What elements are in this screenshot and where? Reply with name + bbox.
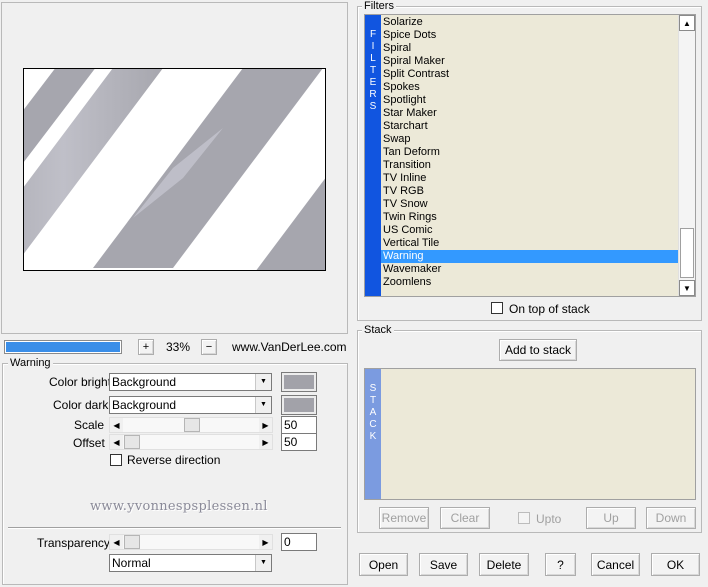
help-button[interactable]: ? [545,553,576,576]
filters-title: Filters [362,0,396,12]
filter-list-item[interactable]: Spotlight [381,94,678,107]
up-button[interactable]: Up [586,507,636,529]
filter-list-item[interactable]: TV Snow [381,198,678,211]
preview-panel [1,2,348,334]
remove-button[interactable]: Remove [379,507,429,529]
watermark-text: www.yvonnespsplessen.nl [90,499,268,514]
effect-title: Warning [8,357,53,369]
color-dark-select[interactable]: Background ▼ [109,396,272,414]
stack-vertical-label: STACK [365,369,381,499]
scale-slider-thumb[interactable] [184,418,200,432]
filter-list-item[interactable]: Warning [381,250,678,263]
transparency-input[interactable]: 0 [281,533,317,551]
left-arrow-icon[interactable]: ◀ [110,418,123,432]
clear-button[interactable]: Clear [440,507,490,529]
filter-list-item[interactable]: Spiral Maker [381,55,678,68]
website-link[interactable]: www.VanDerLee.com [232,340,347,354]
filter-list-item[interactable]: Split Contrast [381,68,678,81]
right-arrow-icon[interactable]: ▶ [259,418,272,432]
preview-image[interactable] [23,68,326,271]
color-dark-value: Background [112,398,177,412]
transparency-label: Transparency [37,536,110,550]
chevron-down-icon: ▼ [255,555,271,571]
filter-list-item[interactable]: Starchart [381,120,678,133]
transparency-slider-thumb[interactable] [124,535,140,549]
color-dark-label: Color dark [53,398,109,412]
cancel-button[interactable]: Cancel [591,553,640,576]
filter-list-item[interactable]: US Comic [381,224,678,237]
filters-vertical-label: FILTERS [365,15,381,296]
filter-list-item[interactable]: Spokes [381,81,678,94]
add-to-stack-button[interactable]: Add to stack [499,339,577,361]
filter-list-item[interactable]: Star Maker [381,107,678,120]
filter-list-item[interactable]: Tan Deform [381,146,678,159]
left-arrow-icon[interactable]: ◀ [110,435,123,449]
left-arrow-icon[interactable]: ◀ [110,535,123,549]
filter-list-item[interactable]: Zoomlens [381,276,678,289]
filters-scrollbar[interactable]: ▲ ▼ [678,15,695,296]
color-bright-label: Color bright [49,375,112,389]
filter-list-item[interactable]: TV Inline [381,172,678,185]
scale-slider[interactable]: ◀ ▶ [109,417,273,433]
blend-mode-value: Normal [112,556,151,570]
filter-list-item[interactable]: Twin Rings [381,211,678,224]
transparency-slider[interactable]: ◀ ▶ [109,534,273,550]
scale-input[interactable]: 50 [281,416,317,434]
divider [8,527,341,529]
upto-label: Upto [536,512,562,526]
scrollbar-thumb[interactable] [680,228,694,278]
delete-button[interactable]: Delete [479,553,529,576]
offset-slider-thumb[interactable] [124,435,140,449]
color-dark-swatch[interactable] [281,395,317,415]
color-bright-select[interactable]: Background ▼ [109,373,272,391]
offset-slider[interactable]: ◀ ▶ [109,434,273,450]
zoom-level: 33% [166,340,191,354]
filter-list-item[interactable]: Swap [381,133,678,146]
right-arrow-icon[interactable]: ▶ [259,535,272,549]
offset-input[interactable]: 50 [281,433,317,451]
offset-label: Offset [73,436,105,450]
scroll-up-icon[interactable]: ▲ [679,15,695,31]
filter-list-item[interactable]: Vertical Tile [381,237,678,250]
progress-bar [4,340,122,354]
save-button[interactable]: Save [419,553,468,576]
zoom-in-button[interactable]: + [138,339,154,355]
on-top-checkbox[interactable] [491,302,503,314]
blend-mode-select[interactable]: Normal ▼ [109,554,272,572]
ok-button[interactable]: OK [651,553,700,576]
color-bright-value: Background [112,375,177,389]
stack-list[interactable] [364,368,696,500]
chevron-down-icon: ▼ [255,397,271,413]
reverse-direction-checkbox[interactable] [110,454,122,466]
scale-label: Scale [74,418,105,432]
scroll-down-icon[interactable]: ▼ [679,280,695,296]
chevron-down-icon: ▼ [255,374,271,390]
filters-list[interactable]: Solarize Spice Dots Spiral Spiral Maker Spli… [381,16,678,295]
on-top-label: On top of stack [509,302,590,316]
right-arrow-icon[interactable]: ▶ [259,435,272,449]
filter-list-item[interactable]: Solarize [381,16,678,29]
filter-list-item[interactable]: Spiral [381,42,678,55]
filter-list-item[interactable]: Spice Dots [381,29,678,42]
reverse-direction-label: Reverse direction [127,453,221,467]
open-button[interactable]: Open [359,553,408,576]
filter-list-item[interactable]: Transition [381,159,678,172]
upto-checkbox[interactable] [518,512,530,524]
filter-list-item[interactable]: TV RGB [381,185,678,198]
down-button[interactable]: Down [646,507,696,529]
stack-title: Stack [362,324,394,336]
color-bright-swatch[interactable] [281,372,317,392]
zoom-out-button[interactable]: − [201,339,217,355]
filter-list-item[interactable]: Wavemaker [381,263,678,276]
